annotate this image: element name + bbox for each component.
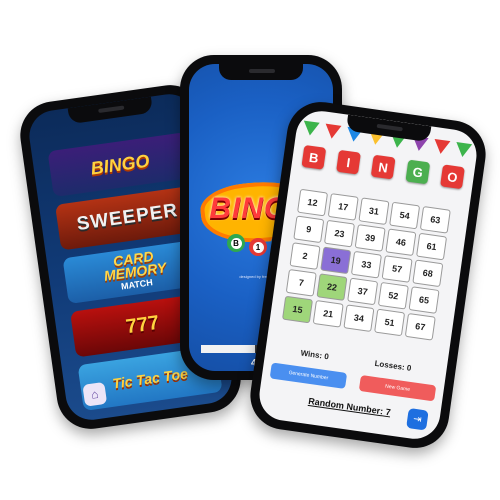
bingo-board: 12 17 31 54 63 9 23 39 46 61 2 19 33 57 68 7 22 37 52 65 15 2…	[281, 188, 455, 341]
board-cell[interactable]: 12	[297, 188, 329, 217]
board-cell[interactable]: 51	[374, 308, 406, 337]
banner-label: Tic Tac Toe	[111, 365, 189, 392]
game-banner-sweeper[interactable]: SWEEPER	[55, 185, 201, 251]
board-cell[interactable]: 34	[343, 304, 375, 332]
new-game-button[interactable]: New Game	[358, 375, 437, 402]
board-cell[interactable]: 33	[350, 250, 382, 279]
bingo-ball: 1	[249, 238, 267, 256]
title-tile-i: I	[336, 149, 361, 175]
board-cell[interactable]: 46	[385, 228, 417, 257]
banner-label: BINGO	[89, 150, 151, 179]
notch	[219, 64, 303, 80]
board-cell[interactable]: 31	[358, 197, 390, 226]
board-cell[interactable]: 2	[289, 242, 321, 270]
title-tile-g: G	[405, 159, 431, 185]
board-cell[interactable]: 65	[408, 286, 440, 314]
board-cell[interactable]: 9	[293, 215, 325, 244]
board-cell[interactable]: 57	[381, 255, 413, 283]
losses-label: Losses: 0	[374, 358, 412, 373]
board-cell[interactable]: 15	[281, 295, 314, 324]
board-cell[interactable]: 54	[389, 201, 421, 230]
title-tile-n: N	[370, 154, 396, 180]
board-cell[interactable]: 23	[323, 219, 356, 248]
board-cell[interactable]: 52	[377, 281, 409, 310]
board-cell[interactable]: 61	[416, 232, 448, 261]
board-cell[interactable]: 22	[316, 273, 348, 301]
board-cell[interactable]: 63	[419, 206, 451, 234]
board-cell[interactable]: 39	[354, 224, 386, 252]
home-icon[interactable]: ⌂	[82, 381, 108, 407]
board-cell[interactable]: 17	[327, 193, 359, 221]
wins-label: Wins: 0	[300, 348, 330, 362]
progress-fill	[201, 345, 255, 353]
board-cell[interactable]: 68	[412, 259, 444, 288]
board-cell[interactable]: 19	[320, 246, 352, 275]
showcase: BINGO SWEEPER CARD MEMORY MATCH 777 Tic …	[0, 0, 500, 500]
banner-label: SWEEPER	[75, 200, 180, 236]
game-screen: BINGO 12 17 31 54 63 9 23 39 46 61 2 19 33 57 68 7 22 37 5…	[256, 107, 480, 443]
generate-number-button[interactable]: Generate Number	[269, 362, 348, 389]
title-tile-b: B	[301, 144, 327, 170]
board-cell[interactable]: 37	[347, 277, 379, 306]
title-tile-o: O	[440, 164, 465, 190]
exit-icon[interactable]: ⇥	[406, 407, 429, 431]
notch	[67, 96, 153, 125]
bingo-ball: B	[227, 234, 245, 252]
banner-label: 777	[124, 311, 161, 338]
board-cell[interactable]: 67	[404, 312, 436, 341]
game-banner-bingo[interactable]: BINGO	[47, 132, 193, 198]
board-cell[interactable]: 21	[312, 300, 344, 328]
board-cell[interactable]: 7	[285, 268, 317, 297]
